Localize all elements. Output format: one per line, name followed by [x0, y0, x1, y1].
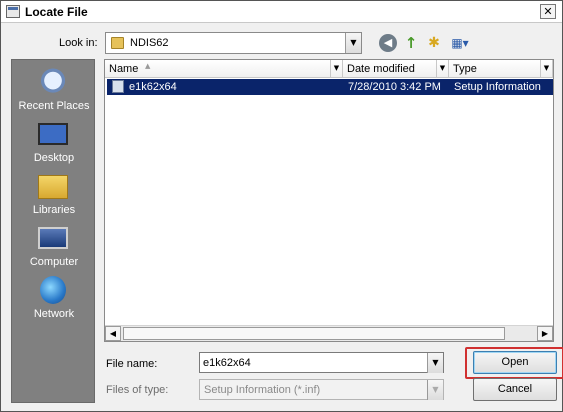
scroll-thumb[interactable]	[123, 327, 505, 340]
place-label: Libraries	[32, 204, 76, 216]
scroll-right-icon[interactable]: ▶	[537, 326, 553, 341]
look-in-combobox[interactable]: NDIS62 ▼	[105, 32, 362, 54]
places-bar: Recent Places Desktop Libraries Computer…	[11, 59, 95, 403]
up-folder-icon[interactable]: ↑	[402, 34, 420, 52]
files-of-type-select: Setup Information (*.inf) ▼	[199, 379, 444, 400]
new-folder-icon[interactable]: ✱	[425, 34, 443, 52]
horizontal-scrollbar[interactable]: ◀ ▶	[105, 325, 553, 341]
chevron-down-icon[interactable]: ▼	[345, 33, 361, 53]
title-bar: Locate File ✕	[1, 1, 562, 23]
place-desktop[interactable]: Desktop	[12, 120, 96, 170]
column-header-date-modified[interactable]: Date modified ▼	[343, 60, 449, 78]
place-label: Recent Places	[18, 100, 90, 112]
folder-icon	[111, 37, 124, 49]
place-label: Computer	[29, 256, 79, 268]
chevron-down-icon[interactable]: ▼	[427, 353, 443, 373]
chevron-down-icon[interactable]: ▼	[436, 60, 448, 77]
libraries-icon	[38, 175, 68, 199]
cancel-button[interactable]: Cancel	[473, 378, 557, 401]
column-header-label: Date modified	[347, 63, 415, 75]
column-header-name[interactable]: Name ▲ ▼	[105, 60, 343, 78]
recent-places-icon	[38, 68, 68, 96]
files-of-type-label: Files of type:	[106, 384, 169, 396]
back-arrow-icon[interactable]: ◀	[379, 34, 397, 52]
network-icon	[40, 276, 66, 304]
type-cell: Setup Information	[454, 81, 541, 93]
close-button[interactable]: ✕	[540, 4, 556, 19]
column-header-label: Type	[453, 63, 477, 75]
scroll-left-icon[interactable]: ◀	[105, 326, 121, 341]
dialog-title: Locate File	[25, 5, 88, 19]
computer-icon	[38, 227, 68, 249]
place-network[interactable]: Network	[12, 276, 96, 326]
look-in-label: Look in:	[59, 37, 98, 49]
column-header-type[interactable]: Type ▼	[449, 60, 553, 78]
column-header-label: Name	[109, 63, 139, 75]
desktop-icon	[38, 123, 68, 145]
setup-information-file-icon	[112, 80, 124, 93]
file-name-cell: e1k62x64	[129, 81, 177, 93]
files-of-type-value: Setup Information (*.inf)	[204, 384, 321, 396]
place-label: Desktop	[33, 152, 75, 164]
open-button[interactable]: Open	[473, 351, 557, 374]
place-recent-places[interactable]: Recent Places	[12, 68, 96, 118]
table-row[interactable]: e1k62x64 7/28/2010 3:42 PM Setup Informa…	[107, 79, 553, 95]
place-computer[interactable]: Computer	[12, 224, 96, 274]
sort-ascending-icon: ▲	[145, 62, 151, 70]
chevron-down-icon: ▼	[427, 380, 443, 400]
look-in-value: NDIS62	[130, 37, 169, 49]
file-name-combobox[interactable]: ▼	[199, 352, 444, 373]
locate-file-dialog: Locate File ✕ Look in: NDIS62 ▼ ◀ ↑ ✱ ▦▾…	[0, 0, 563, 412]
place-libraries[interactable]: Libraries	[12, 172, 96, 222]
place-label: Network	[33, 308, 75, 320]
app-window-icon	[6, 5, 20, 18]
file-name-label: File name:	[106, 358, 158, 370]
chevron-down-icon[interactable]: ▼	[540, 60, 552, 77]
file-name-input[interactable]	[203, 355, 423, 370]
chevron-down-icon[interactable]: ▼	[330, 60, 342, 77]
views-menu-icon[interactable]: ▦▾	[449, 34, 471, 52]
file-list[interactable]: Name ▲ ▼ Date modified ▼ Type ▼ e1k62x64…	[104, 59, 554, 342]
date-modified-cell: 7/28/2010 3:42 PM	[348, 81, 441, 93]
